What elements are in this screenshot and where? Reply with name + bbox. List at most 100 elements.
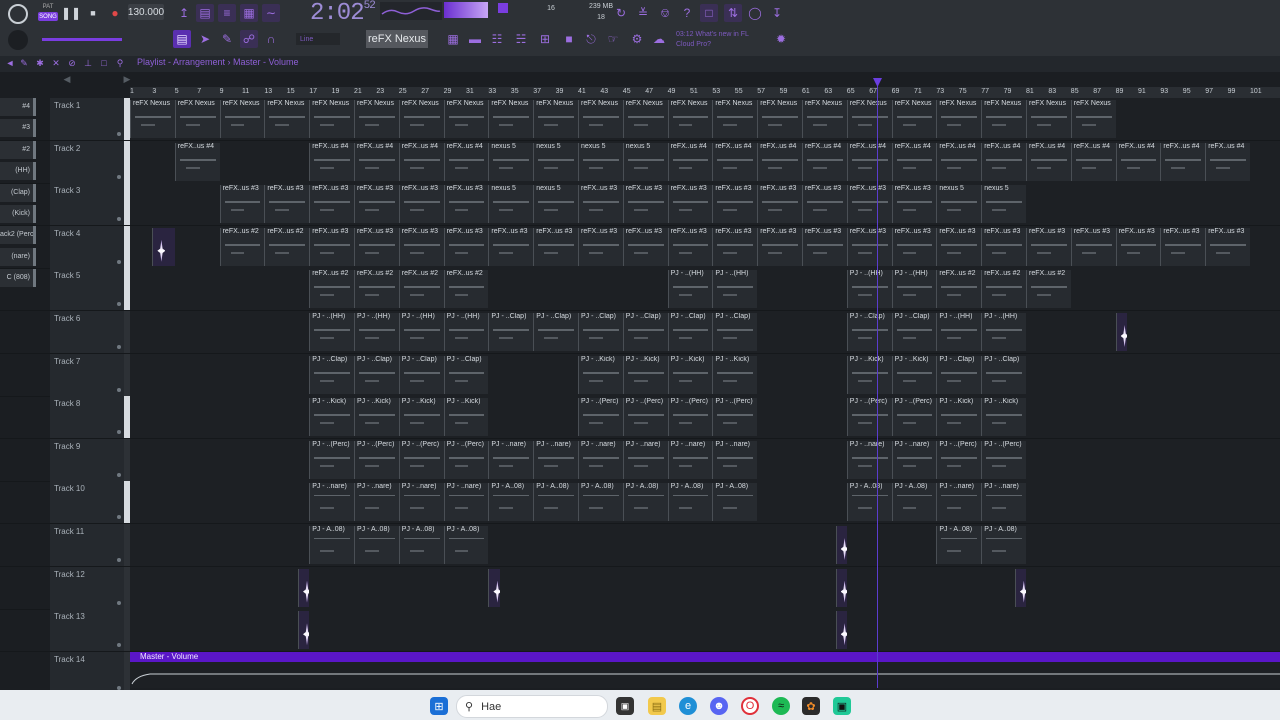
pattern-clip[interactable]: PJ - ..(Perc) <box>398 440 444 479</box>
pattern-clip[interactable]: reFX..us #2 <box>981 270 1026 309</box>
pattern-clip[interactable]: PJ - ..nare) <box>667 440 713 479</box>
pattern-clip[interactable]: PJ - ..(HH) <box>443 313 489 351</box>
track-mute-led[interactable] <box>117 430 121 435</box>
pattern-clip[interactable]: PJ - ..(HH) <box>846 270 892 309</box>
track-lane[interactable]: PJ - A..08) PJ - A..08) PJ - A..08) PJ - A.… <box>130 524 1280 566</box>
pattern-clip[interactable]: PJ - A..08) <box>354 526 399 564</box>
pattern-clip[interactable]: PJ - ..Kick) <box>981 398 1026 437</box>
pattern-clip[interactable]: PJ - ..(HH) <box>309 313 354 351</box>
account-icon[interactable]: ◯ <box>746 4 764 22</box>
app-icon[interactable]: ▣ <box>833 697 851 715</box>
options-arrow-icon[interactable]: ◄ <box>4 55 16 71</box>
pattern-clip[interactable]: PJ - ..(Perc) <box>354 440 399 479</box>
pattern-clip[interactable]: PJ - ..(HH) <box>891 270 937 309</box>
zoom-icon[interactable]: ⚲ <box>114 55 126 71</box>
pattern-clip[interactable]: PJ - ..nare) <box>712 440 758 479</box>
pattern-clip[interactable]: reFX Nexus <box>936 100 982 138</box>
track-header[interactable]: Track 10 <box>50 481 124 524</box>
pattern-clip[interactable]: reFX..us #2 <box>443 270 489 309</box>
pattern-clip[interactable]: PJ - A..08) <box>846 483 892 522</box>
pattern-clip[interactable]: reFX..us #4 <box>1205 142 1250 181</box>
pattern-clip[interactable]: PJ - ..Clap) <box>309 355 354 394</box>
pattern-clip[interactable]: reFX..us #4 <box>846 142 892 181</box>
audio-clip[interactable] <box>298 611 310 650</box>
pattern-clip[interactable]: PJ - ..(Perc) <box>891 398 937 437</box>
wait-input-icon[interactable]: ▤ <box>196 4 214 22</box>
pattern-clip[interactable]: reFX..us #3 <box>712 185 758 224</box>
playlist-icon[interactable]: ▤ <box>173 30 191 48</box>
pattern-clip[interactable]: PJ - A..08) <box>622 483 668 522</box>
shop-icon[interactable]: □ <box>700 4 718 22</box>
pattern-clip[interactable]: reFX..us #4 <box>398 142 444 181</box>
countdown-icon[interactable]: ≡ <box>218 4 236 22</box>
magnet-icon[interactable]: ∩ <box>262 30 280 48</box>
pattern-clip[interactable]: reFX..us #2 <box>309 270 354 309</box>
select-icon[interactable]: □ <box>98 55 110 71</box>
pencil-icon[interactable]: ✎ <box>218 30 236 48</box>
pattern-clip[interactable]: reFX Nexus <box>578 100 623 138</box>
pattern-clip[interactable]: PJ - A..08) <box>936 526 982 564</box>
news-icon[interactable]: ✹ <box>772 30 790 48</box>
pattern-clip[interactable]: reFX..us #3 <box>667 185 713 224</box>
stop-icon[interactable]: ■ <box>84 4 102 22</box>
pattern-clip[interactable]: PJ - ..nare) <box>846 440 892 479</box>
pattern-clip[interactable]: reFX..us #3 <box>264 185 310 224</box>
blend-notes-icon[interactable]: ∼ <box>262 4 280 22</box>
pattern-clip[interactable]: PJ - ..(Perc) <box>578 398 623 437</box>
pattern-clip[interactable]: reFX..us #4 <box>712 142 758 181</box>
pattern-clip[interactable]: reFX..us #4 <box>309 142 354 181</box>
pattern-clip[interactable]: reFX Nexus <box>712 100 758 138</box>
pattern-clip[interactable]: reFX..us #3 <box>354 185 399 224</box>
audio-clip[interactable] <box>298 568 310 607</box>
pattern-clip[interactable]: reFX Nexus <box>174 100 220 138</box>
track-lane[interactable]: reFX Nexus reFX Nexus reFX Nexus reFX Nexus… <box>130 98 1280 140</box>
pattern-clip[interactable]: reFX..us #3 <box>846 185 892 224</box>
track-mute-led[interactable] <box>117 643 121 648</box>
pattern-clip[interactable]: reFX..us #4 <box>757 142 802 181</box>
pattern-clip[interactable]: reFX..us #3 <box>533 227 578 266</box>
pattern-clip[interactable]: PJ - ..Clap) <box>354 355 399 394</box>
pattern-clip[interactable]: nexus 5 <box>533 142 578 181</box>
track-mute-led[interactable] <box>117 600 121 605</box>
pattern-clip[interactable]: reFX..us #3 <box>443 227 489 266</box>
pattern-clip[interactable]: reFX..us #3 <box>578 185 623 224</box>
pattern-clip[interactable]: reFX Nexus <box>264 100 310 138</box>
pattern-clip[interactable]: PJ - ..nare) <box>398 483 444 522</box>
pattern-clip[interactable]: reFX..us #3 <box>219 185 265 224</box>
pattern-clip[interactable]: reFX..us #3 <box>1205 227 1250 266</box>
pattern-clip[interactable]: reFX Nexus <box>757 100 802 138</box>
record-icon[interactable]: ● <box>106 4 124 22</box>
pattern-clip[interactable]: nexus 5 <box>622 142 668 181</box>
pattern-clip[interactable]: PJ - A..08) <box>712 483 758 522</box>
pattern-clip[interactable]: reFX Nexus <box>533 100 578 138</box>
pattern-clip[interactable]: PJ - ..Kick) <box>667 355 713 394</box>
track-lane[interactable]: reFX..us #4 reFX..us #4 reFX..us #4 reFX..u… <box>130 140 1280 183</box>
track-mute-led[interactable] <box>117 259 121 264</box>
track-lane[interactable]: reFX..us #2 reFX..us #2 reFX..us #3 reFX..u… <box>130 225 1280 268</box>
pattern-clip[interactable]: PJ - A..08) <box>667 483 713 522</box>
pattern-clip[interactable]: reFX..us #3 <box>846 227 892 266</box>
cloud-icon[interactable]: ☁ <box>650 30 668 48</box>
pattern-clip[interactable]: reFX Nexus <box>1026 100 1071 138</box>
pattern-clip[interactable]: reFX..us #4 <box>1160 142 1206 181</box>
pattern-clip[interactable]: PJ - ..nare) <box>936 483 982 522</box>
pattern-clip[interactable]: reFX..us #3 <box>354 227 399 266</box>
pattern-clip[interactable]: reFX..us #4 <box>1115 142 1161 181</box>
pattern-clip[interactable]: reFX..us #3 <box>802 185 847 224</box>
pattern-clip[interactable]: PJ - A..08) <box>443 526 489 564</box>
pattern-clip[interactable]: reFX Nexus <box>354 100 399 138</box>
pattern-clip[interactable]: PJ - ..nare) <box>488 440 534 479</box>
pattern-clip[interactable]: PJ - ..Kick) <box>309 398 354 437</box>
pattern-clip[interactable]: reFX Nexus <box>891 100 937 138</box>
track-header[interactable]: Track 12 <box>50 566 124 609</box>
pattern-clip[interactable]: reFX..us #3 <box>757 185 802 224</box>
pattern-clip[interactable]: PJ - ..Kick) <box>936 398 982 437</box>
pattern-clip[interactable]: reFX..us #2 <box>219 227 265 266</box>
spotify-icon[interactable]: ≈ <box>772 697 790 715</box>
pattern-clip[interactable]: nexus 5 <box>488 185 534 224</box>
track-header[interactable]: Track 8 <box>50 396 124 439</box>
pattern-clip[interactable]: reFX Nexus <box>130 100 175 138</box>
microphone-icon[interactable]: ⎊ <box>656 4 674 22</box>
pattern-clip[interactable]: reFX..us #3 <box>1160 227 1206 266</box>
track-mute-led[interactable] <box>117 387 121 392</box>
